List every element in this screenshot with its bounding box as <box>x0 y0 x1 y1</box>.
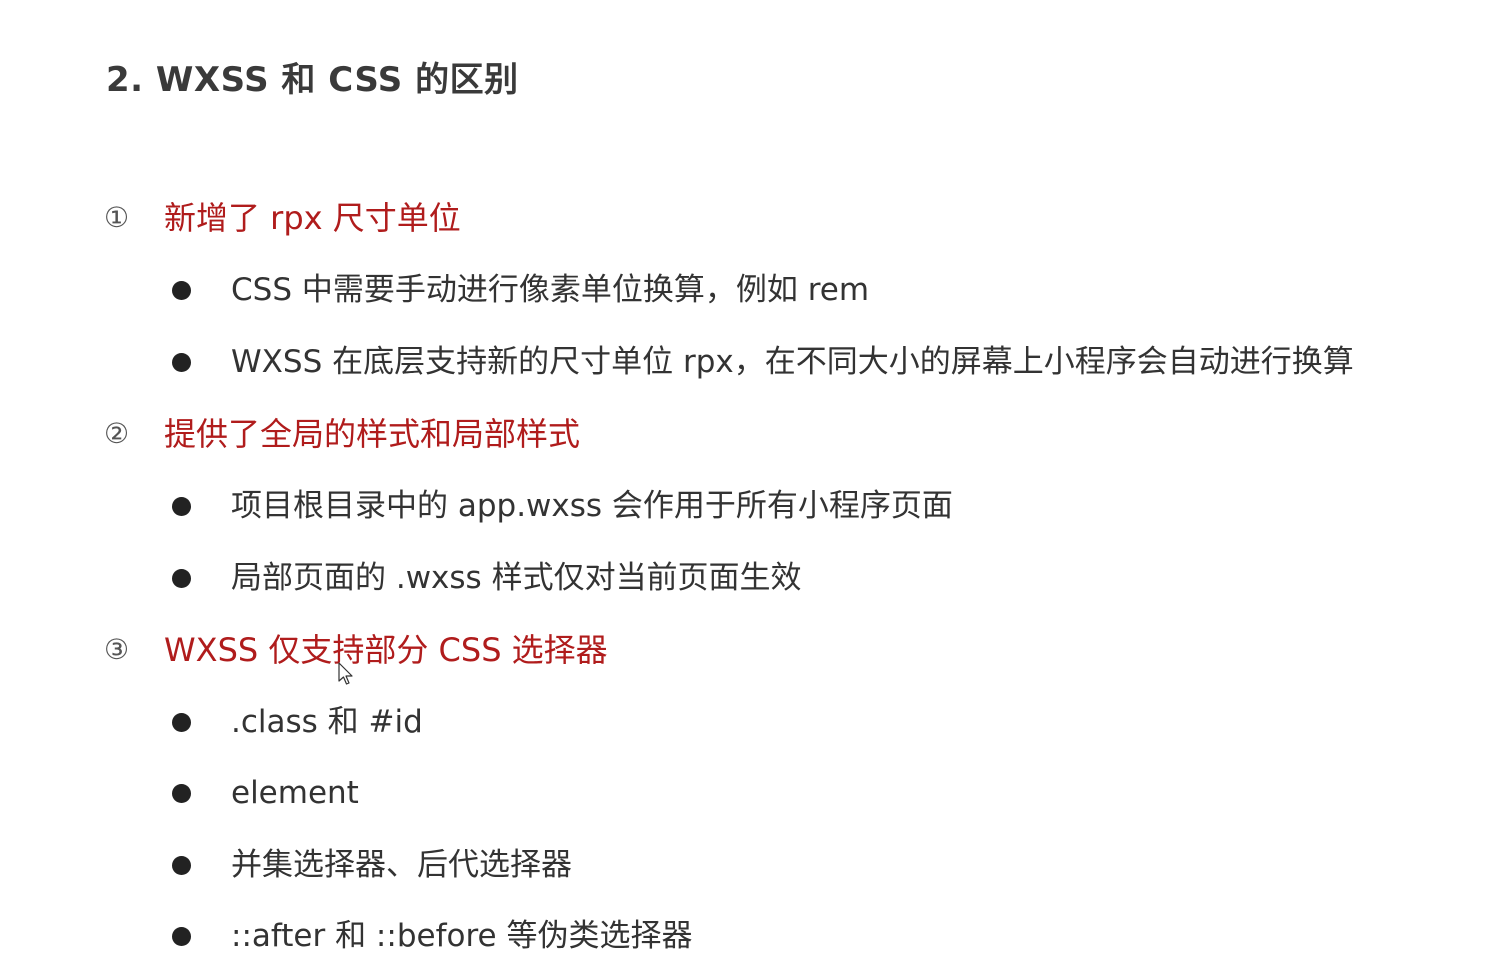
bullet-icon <box>172 568 191 588</box>
bullet-icon <box>172 855 191 875</box>
list-item: element <box>172 768 359 818</box>
bullet-icon <box>172 926 191 946</box>
list-item-text: element <box>231 774 359 811</box>
bullet-icon <box>172 352 191 372</box>
bullet-icon <box>172 712 191 732</box>
list-item: 项目根目录中的 app.wxss 会作用于所有小程序页面 <box>172 481 953 531</box>
slide: 2. WXSS 和 CSS 的区别 ① 新增了 rpx 尺寸单位 CSS 中需要… <box>0 0 1510 967</box>
list-item-text: CSS 中需要手动进行像素单位换算，例如 rem <box>231 271 870 308</box>
list-item: ::after 和 ::before 等伪类选择器 <box>172 911 692 961</box>
section-heading-2: ② 提供了全局的样式和局部样式 <box>104 409 580 459</box>
list-item: WXSS 在底层支持新的尺寸单位 rpx，在不同大小的屏幕上小程序会自动进行换算 <box>172 337 1354 387</box>
section-heading-3: ③ WXSS 仅支持部分 CSS 选择器 <box>104 625 608 675</box>
list-item-text: ::after 和 ::before 等伪类选择器 <box>231 917 693 954</box>
section-heading-1: ① 新增了 rpx 尺寸单位 <box>104 193 461 243</box>
list-item: CSS 中需要手动进行像素单位换算，例如 rem <box>172 265 869 315</box>
list-item: 局部页面的 .wxss 样式仅对当前页面生效 <box>172 553 802 603</box>
section-number: ② <box>104 417 130 450</box>
mouse-cursor-icon <box>338 662 353 685</box>
bullet-icon <box>172 783 191 803</box>
list-item-text: .class 和 #id <box>231 703 423 740</box>
section-number: ① <box>104 201 130 234</box>
section-number: ③ <box>104 633 130 666</box>
section-title: 提供了全局的样式和局部样式 <box>164 415 581 453</box>
list-item-text: 并集选择器、后代选择器 <box>231 846 572 883</box>
list-item-text: WXSS 在底层支持新的尺寸单位 rpx，在不同大小的屏幕上小程序会自动进行换算 <box>231 343 1354 380</box>
bullet-icon <box>172 280 191 300</box>
bullet-icon <box>172 496 191 516</box>
list-item: 并集选择器、后代选择器 <box>172 840 572 890</box>
list-item-text: 项目根目录中的 app.wxss 会作用于所有小程序页面 <box>231 487 953 524</box>
list-item-text: 局部页面的 .wxss 样式仅对当前页面生效 <box>231 559 802 596</box>
list-item: .class 和 #id <box>172 697 423 747</box>
section-title: 新增了 rpx 尺寸单位 <box>164 199 461 237</box>
section-title: WXSS 仅支持部分 CSS 选择器 <box>164 631 608 669</box>
page-title: 2. WXSS 和 CSS 的区别 <box>106 60 519 100</box>
